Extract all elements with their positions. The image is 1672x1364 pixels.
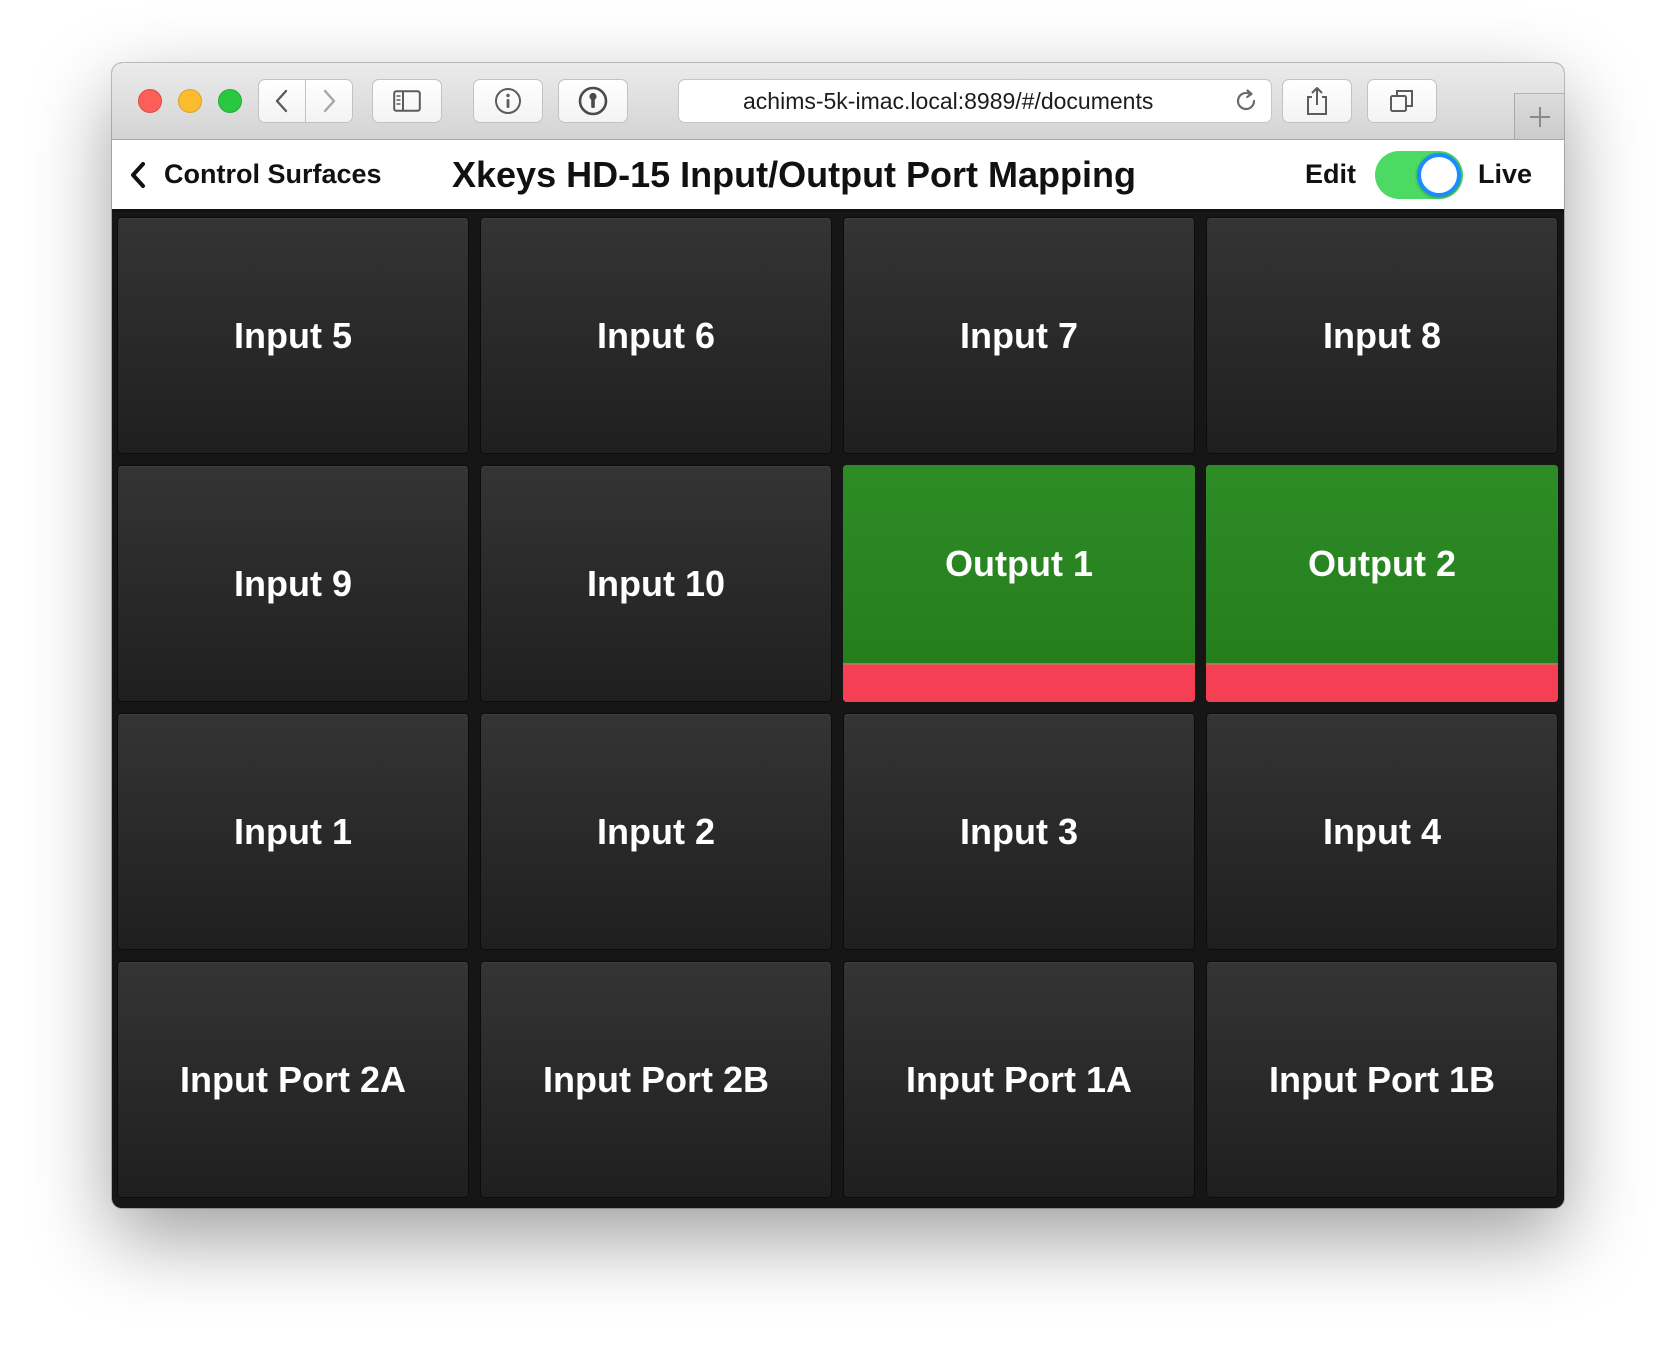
address-bar[interactable]: achims-5k-imac.local:8989/#/documents (678, 79, 1272, 123)
key-status-bar (1206, 665, 1558, 702)
key-label: Input Port 1B (1269, 1058, 1495, 1100)
key-input-3[interactable]: Input 3 (843, 713, 1195, 950)
toggle-knob (1417, 153, 1461, 197)
edit-mode-label: Edit (1305, 159, 1356, 189)
key-label: Input 10 (586, 562, 725, 604)
zoom-window-button[interactable] (218, 89, 242, 113)
plus-icon (1529, 106, 1550, 127)
url-text: achims-5k-imac.local:8989/#/documents (743, 88, 1154, 114)
key-label: Input Port 1A (906, 1058, 1132, 1100)
key-active-body: Output 1 (843, 465, 1195, 665)
back-button[interactable] (258, 79, 306, 123)
sidebar-icon (393, 90, 421, 112)
share-button[interactable] (1282, 79, 1352, 123)
key-label: Input 4 (1323, 810, 1441, 852)
info-icon (495, 88, 521, 114)
key-output-2[interactable]: Output 2 (1206, 465, 1558, 702)
key-input-1[interactable]: Input 1 (117, 713, 469, 950)
key-input-8[interactable]: Input 8 (1206, 217, 1558, 454)
sidebar-button[interactable] (372, 79, 442, 123)
key-input-port-1a[interactable]: Input Port 1A (843, 961, 1195, 1198)
keyhole-icon (578, 86, 608, 116)
key-label: Input Port 2A (180, 1058, 406, 1100)
key-input-6[interactable]: Input 6 (480, 217, 832, 454)
password-manager-button[interactable] (558, 79, 628, 123)
browser-window: achims-5k-imac.local:8989/#/documents Co… (112, 63, 1564, 1208)
key-label: Input 9 (234, 562, 352, 604)
key-label: Output 2 (1308, 543, 1456, 584)
key-label: Input 5 (234, 314, 352, 356)
key-input-2[interactable]: Input 2 (480, 713, 832, 950)
key-label: Output 1 (945, 543, 1093, 584)
key-input-9[interactable]: Input 9 (117, 465, 469, 702)
key-label: Input 6 (597, 314, 715, 356)
show-tabs-button[interactable] (1367, 79, 1437, 123)
minimize-window-button[interactable] (178, 89, 202, 113)
key-label: Input 3 (960, 810, 1078, 852)
key-label: Input 7 (960, 314, 1078, 356)
key-input-7[interactable]: Input 7 (843, 217, 1195, 454)
key-label: Input 8 (1323, 314, 1441, 356)
chevron-left-icon (275, 89, 288, 113)
browser-toolbar: achims-5k-imac.local:8989/#/documents (112, 63, 1564, 140)
key-active-body: Output 2 (1206, 465, 1558, 665)
info-button[interactable] (473, 79, 543, 123)
key-input-4[interactable]: Input 4 (1206, 713, 1558, 950)
live-mode-label: Live (1478, 159, 1533, 189)
tabs-overview-icon (1390, 90, 1413, 112)
key-input-port-2a[interactable]: Input Port 2A (117, 961, 469, 1198)
key-label: Input Port 2B (543, 1058, 769, 1100)
key-output-1[interactable]: Output 1 (843, 465, 1195, 702)
key-status-bar (843, 665, 1195, 702)
key-label: Input 2 (597, 810, 715, 852)
key-label: Input 1 (234, 810, 352, 852)
share-icon (1307, 87, 1327, 115)
key-input-5[interactable]: Input 5 (117, 217, 469, 454)
back-link-label: Control Surfaces (164, 159, 382, 189)
forward-button[interactable] (305, 79, 353, 123)
reload-icon[interactable] (1233, 88, 1259, 114)
edit-live-toggle[interactable] (1375, 151, 1463, 199)
close-window-button[interactable] (138, 89, 162, 113)
key-input-port-1b[interactable]: Input Port 1B (1206, 961, 1558, 1198)
page-title: Xkeys HD-15 Input/Output Port Mapping (452, 154, 1137, 195)
key-input-port-2b[interactable]: Input Port 2B (480, 961, 832, 1198)
app-header: Control Surfaces Xkeys HD-15 Input/Outpu… (112, 140, 1564, 212)
new-tab-button[interactable] (1514, 93, 1564, 139)
chevron-right-icon (323, 89, 336, 113)
key-input-10[interactable]: Input 10 (480, 465, 832, 702)
key-grid: Input 5 Input 6 Input 7 Input 8 Input 9 … (112, 212, 1564, 1208)
chevron-left-icon (131, 161, 145, 188)
back-to-control-surfaces-link[interactable]: Control Surfaces (130, 140, 382, 209)
